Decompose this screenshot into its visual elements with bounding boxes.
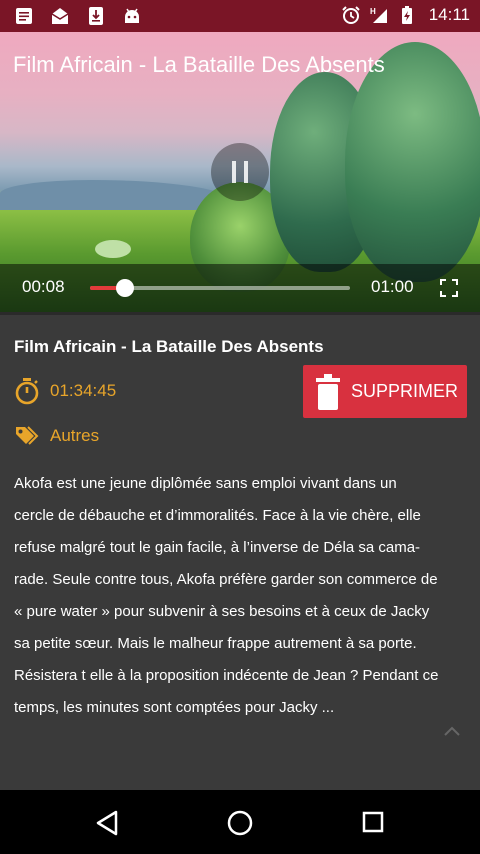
seek-bar[interactable] (90, 279, 350, 297)
document-icon (16, 8, 32, 24)
description-line: Résistera t elle à la proposition indéce… (14, 667, 439, 684)
film-description: Akofa est une jeune diplômée sans emploi… (14, 468, 470, 724)
divider (0, 312, 480, 315)
video-scene-tree (345, 42, 480, 282)
description-line: « pure water » pour subvenir à ses besoi… (14, 603, 430, 620)
delete-button-label: SUPPRIMER (351, 381, 459, 401)
navigation-bar (0, 790, 480, 854)
film-category: Autres (50, 426, 100, 445)
fullscreen-icon[interactable] (439, 278, 459, 298)
description-line: rade. Seule contre tous, Akofa préfère g… (14, 571, 438, 588)
home-circle-icon[interactable] (227, 810, 253, 836)
stopwatch-icon (15, 378, 39, 405)
notification-icons (14, 6, 142, 26)
scroll-up-chevron-icon[interactable] (443, 725, 461, 737)
download-icon (89, 7, 103, 25)
film-duration: 01:34:45 (50, 381, 117, 400)
film-title: Film Africain - La Bataille Des Absents (14, 337, 324, 356)
svg-text:H: H (370, 7, 376, 16)
recents-square-icon[interactable] (362, 811, 384, 833)
description-line: sa petite sœur. Mais le malheur frappe a… (14, 635, 417, 652)
back-triangle-icon[interactable] (95, 810, 119, 836)
alarm-icon (342, 6, 360, 24)
description-line: Akofa est une jeune diplômée sans emploi… (14, 475, 397, 492)
description-line: cercle de débauche et d’immoralités. Fac… (14, 507, 421, 524)
pause-button[interactable] (211, 143, 269, 201)
duration-row: 01:34:45 (14, 377, 116, 405)
video-title: Film Africain - La Bataille Des Absents (13, 52, 385, 77)
trash-icon (316, 373, 340, 410)
status-clock: 14:11 (428, 5, 470, 24)
mail-open-icon (51, 8, 69, 24)
signal-h-icon: H (370, 7, 387, 23)
battery-charging-icon (401, 6, 412, 24)
category-row: Autres (14, 424, 99, 448)
pause-icon (232, 161, 248, 183)
system-icons: H 14:11 (341, 5, 470, 25)
description-line: refuse malgré tout le gain facile, à l’i… (14, 539, 421, 556)
video-player[interactable]: Film Africain - La Bataille Des Absents … (0, 32, 480, 312)
video-scene-rock (95, 240, 131, 258)
tags-icon (16, 426, 39, 445)
delete-button[interactable]: SUPPRIMER (303, 365, 467, 418)
description-line: temps, les minutes sont comptées pour Ja… (14, 699, 335, 716)
total-duration: 01:00 (371, 277, 414, 296)
current-time: 00:08 (22, 277, 65, 296)
android-icon (125, 8, 139, 23)
player-controls: 00:08 01:00 (0, 264, 480, 312)
seek-bar-thumb[interactable] (115, 279, 134, 297)
status-bar: H 14:11 (0, 0, 480, 32)
